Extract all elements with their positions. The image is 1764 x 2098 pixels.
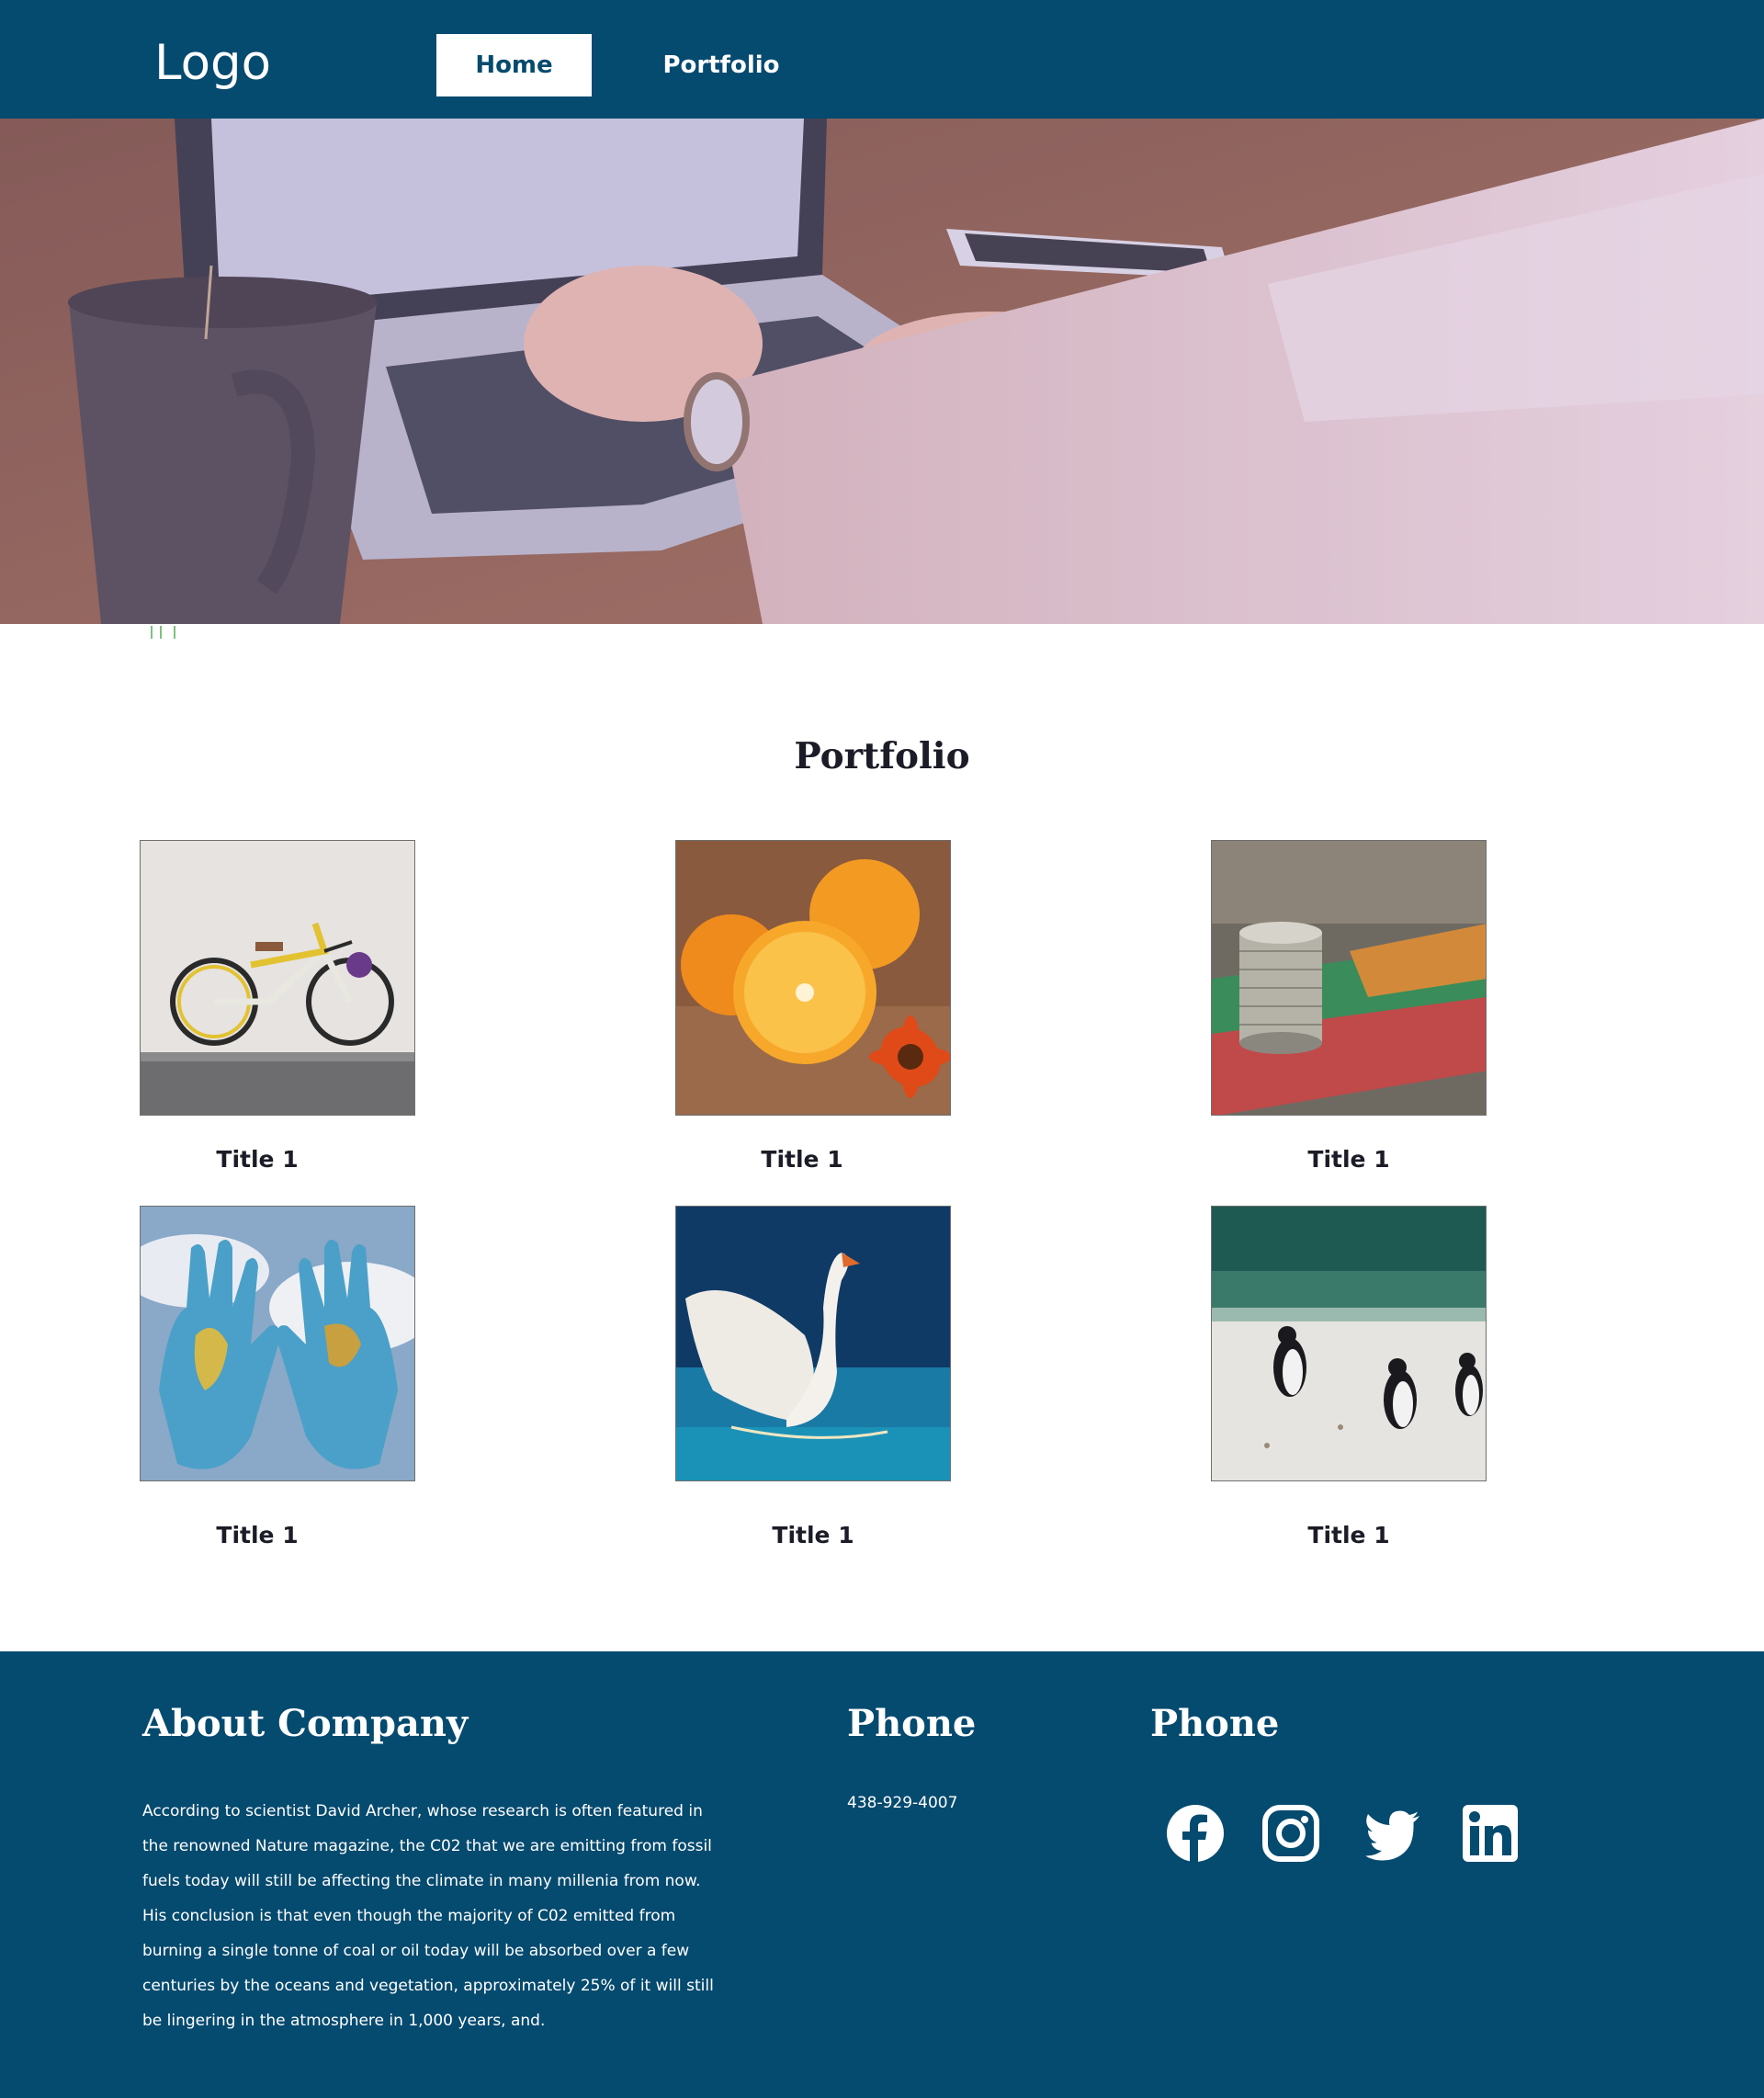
portfolio-title-6: Title 1 (1307, 1522, 1390, 1548)
site-footer: About Company According to scientist Dav… (0, 1651, 1764, 2098)
about-heading: About Company (142, 1702, 469, 1745)
portfolio-title-1: Title 1 (216, 1146, 299, 1173)
portfolio-title-2: Title 1 (761, 1146, 843, 1173)
portfolio-title-5: Title 1 (772, 1522, 854, 1548)
portfolio-image-swan[interactable] (675, 1206, 951, 1481)
instagram-icon[interactable] (1261, 1803, 1321, 1864)
portfolio-title-3: Title 1 (1307, 1146, 1390, 1173)
linkedin-icon[interactable] (1461, 1803, 1521, 1864)
twitter-icon[interactable] (1363, 1803, 1423, 1864)
site-header: Logo Home Portfolio (0, 0, 1764, 119)
decorative-marks (150, 625, 177, 639)
about-text: According to scientist David Archer, who… (142, 1802, 714, 2030)
phone-number[interactable]: 438-929-4007 (847, 1794, 957, 1812)
portfolio-image-oranges[interactable] (675, 840, 951, 1116)
social-heading: Phone (1150, 1702, 1280, 1745)
portfolio-image-coins[interactable] (1211, 840, 1487, 1116)
portfolio-image-bicycle[interactable] (140, 840, 415, 1116)
portfolio-title-4: Title 1 (216, 1522, 299, 1548)
portfolio-image-penguins[interactable] (1211, 1206, 1487, 1481)
portfolio-image-world-hands[interactable] (140, 1206, 415, 1481)
nav-home-button[interactable]: Home (436, 34, 592, 96)
hero-image (0, 119, 1764, 624)
nav-portfolio-link[interactable]: Portfolio (634, 34, 808, 96)
facebook-icon[interactable] (1165, 1803, 1226, 1864)
phone-heading: Phone (847, 1702, 977, 1745)
portfolio-heading: Portfolio (794, 735, 970, 777)
logo[interactable]: Logo (154, 35, 271, 91)
